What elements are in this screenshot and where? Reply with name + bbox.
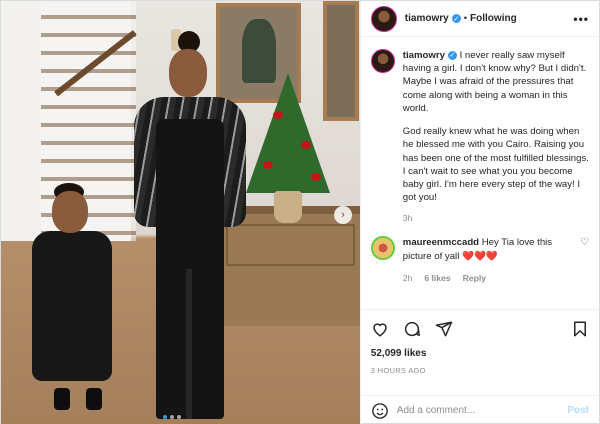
post-timestamp[interactable]: 3 HOURS AGO <box>371 366 589 375</box>
comment-like-icon[interactable]: ♡ <box>580 236 589 250</box>
comment-username[interactable]: maureenmccadd <box>403 237 479 248</box>
avatar[interactable] <box>370 5 397 32</box>
verified-icon: ✓ <box>447 50 457 60</box>
share-icon[interactable] <box>435 320 453 338</box>
caption-time[interactable]: 3h <box>403 213 589 225</box>
instagram-post: › tiamowry ✓ • Following ••• tiamowry ✓ I… <box>0 0 600 424</box>
photo-tree-base <box>274 191 302 223</box>
verified-icon: ✓ <box>451 14 461 23</box>
likes-count[interactable]: 52,099 likes <box>371 348 589 359</box>
following-button[interactable]: Following <box>470 13 517 24</box>
photo-bow <box>263 161 273 169</box>
photo-girl <box>26 183 121 413</box>
photo-girl-shoe <box>54 388 70 410</box>
photo-woman-head <box>169 49 207 97</box>
comment-likes[interactable]: 6 likes <box>424 273 450 285</box>
separator-dot: • <box>463 13 468 24</box>
add-comment-bar: Post <box>360 395 599 424</box>
carousel-dots <box>163 415 181 419</box>
avatar[interactable] <box>370 49 395 73</box>
photo-woman-overalls <box>156 119 224 419</box>
comments-area: tiamowry ✓ I never really saw myself havi… <box>361 37 599 309</box>
caption-username[interactable]: tiamowry <box>403 50 445 61</box>
photo-bow <box>301 141 311 149</box>
photo-bow <box>273 111 283 119</box>
action-bar: 52,099 likes 3 HOURS AGO <box>360 309 599 395</box>
comment-input[interactable] <box>396 405 560 416</box>
photo-girl-shoe <box>86 388 102 410</box>
bookmark-icon[interactable] <box>571 320 589 338</box>
post-photo[interactable]: › <box>1 1 360 424</box>
heart-icon[interactable] <box>371 320 389 338</box>
comment-emoji: ❤️❤️❤️ <box>462 250 498 262</box>
post-comment-button[interactable]: Post <box>567 405 589 416</box>
carousel-dot <box>177 415 181 419</box>
username-link[interactable]: tiamowry <box>405 13 449 24</box>
comment-icon[interactable] <box>403 320 421 338</box>
carousel-dot <box>163 415 167 419</box>
commenter-avatar[interactable] <box>370 236 395 261</box>
photo-girl-dress <box>32 231 112 381</box>
carousel-next-icon[interactable]: › <box>334 206 352 224</box>
post-sidebar: tiamowry ✓ • Following ••• tiamowry ✓ I n… <box>359 1 599 424</box>
photo-woman <box>126 31 256 421</box>
carousel-dot <box>170 415 174 419</box>
photo-bow <box>311 173 321 181</box>
caption: tiamowry ✓ I never really saw myself havi… <box>370 49 589 236</box>
comment-item: maureenmccadd Hey Tia love this picture … <box>370 236 589 285</box>
comment-time[interactable]: 2h <box>403 273 413 285</box>
more-icon[interactable]: ••• <box>573 12 589 26</box>
photo-girl-head <box>52 191 88 233</box>
post-header: tiamowry ✓ • Following ••• <box>360 1 599 37</box>
caption-text: God really knew what he was doing when h… <box>402 126 589 204</box>
emoji-icon[interactable] <box>371 402 389 420</box>
comment-reply-button[interactable]: Reply <box>463 273 486 285</box>
